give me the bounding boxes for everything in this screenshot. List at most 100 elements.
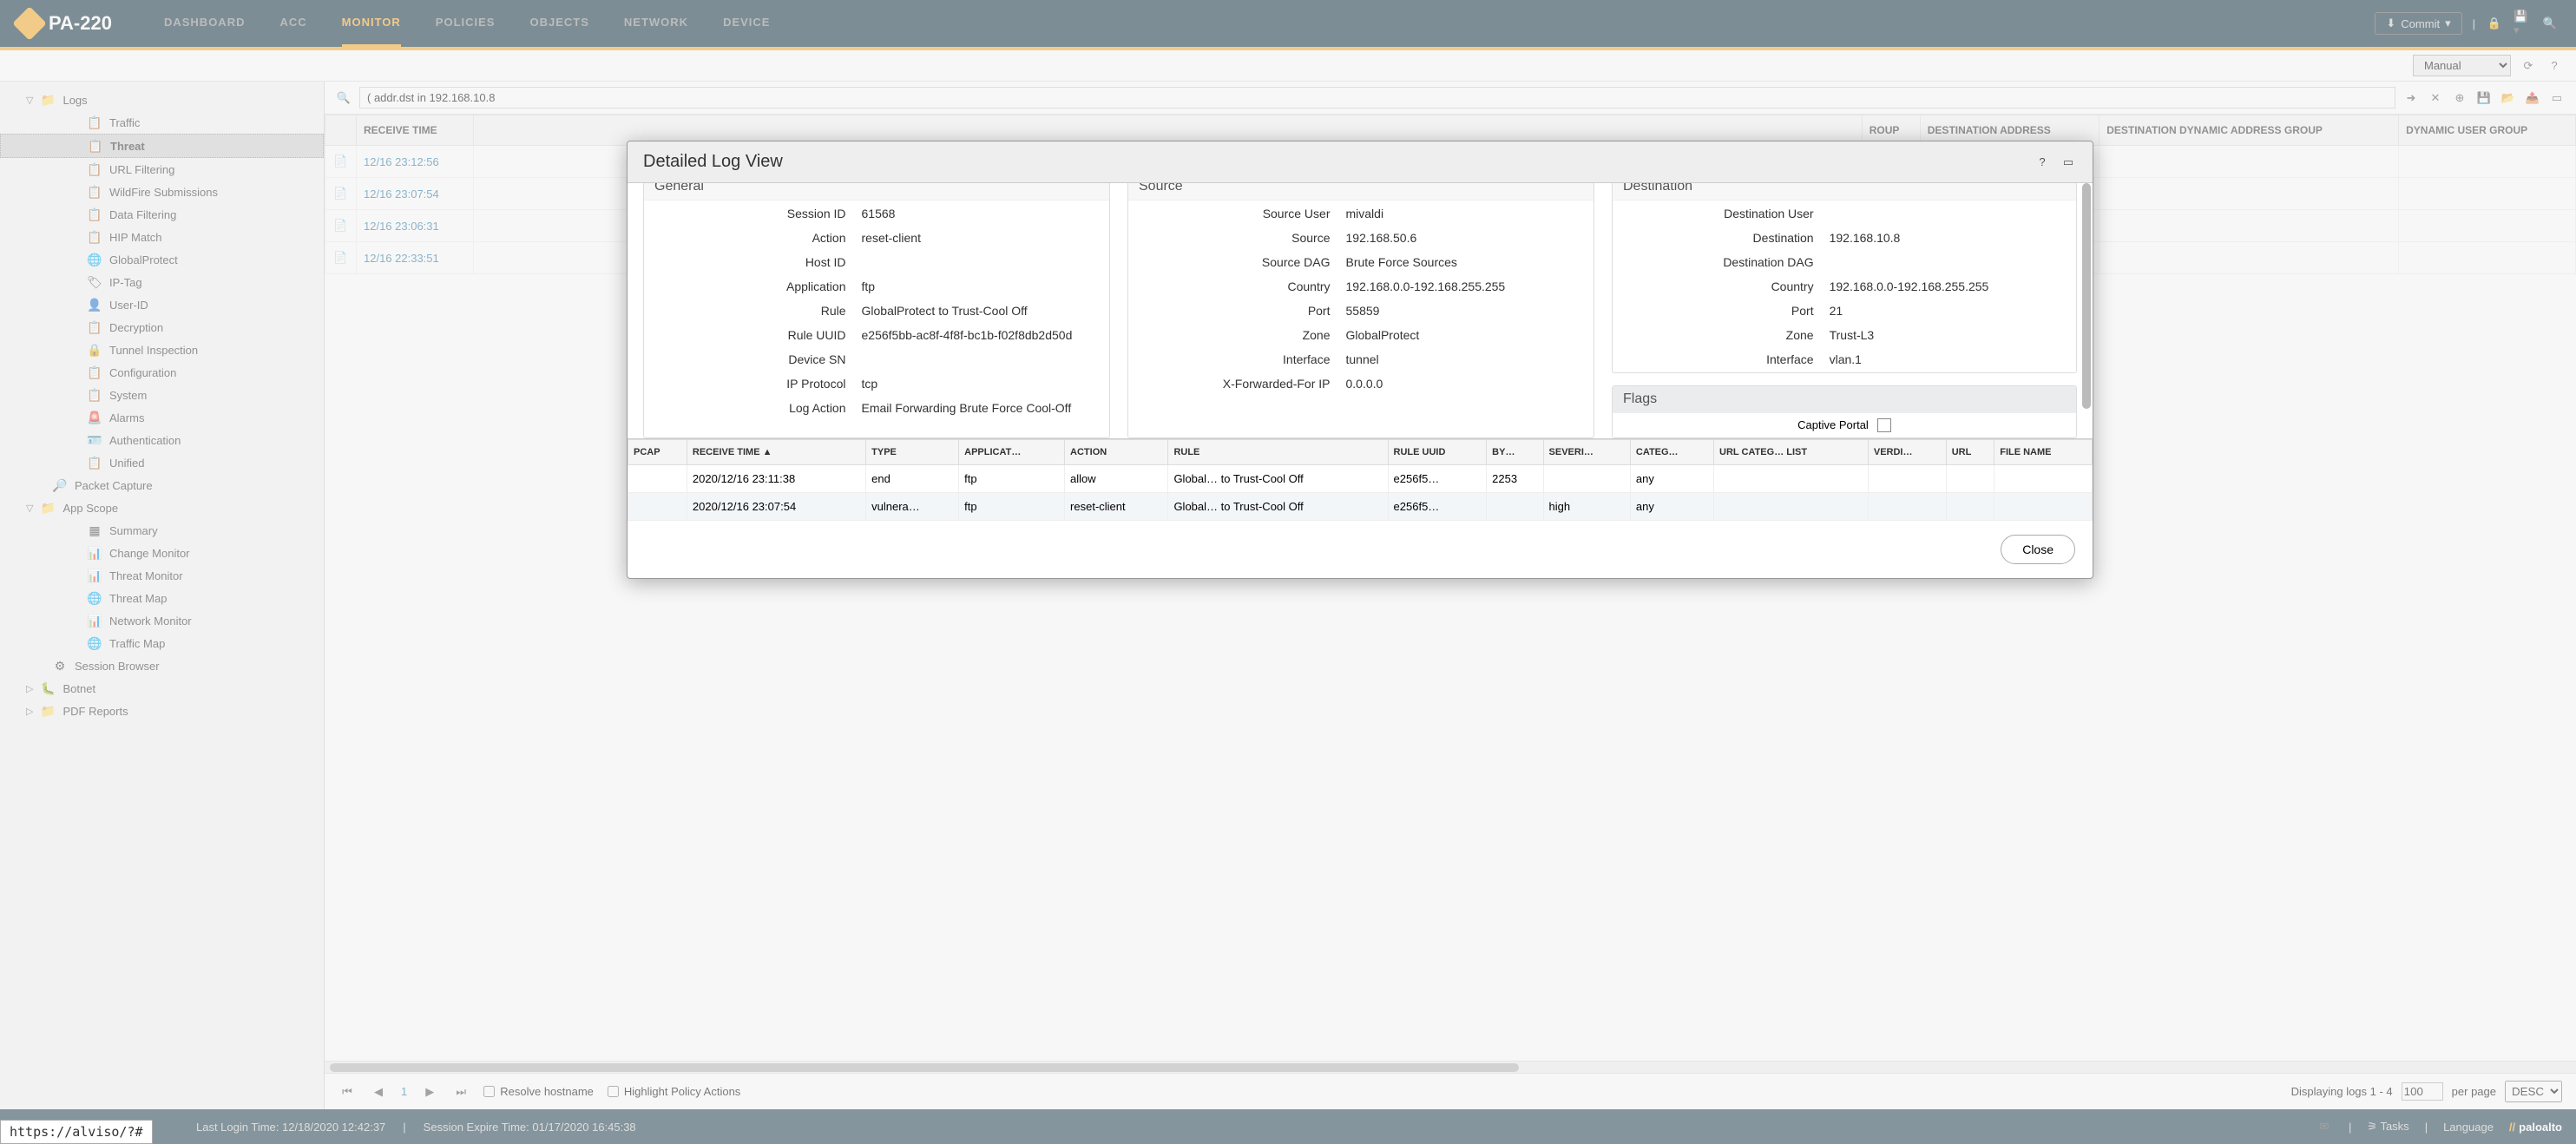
- kv-value: reset-client: [855, 227, 1108, 249]
- inner-col-header[interactable]: ACTION: [1065, 440, 1168, 465]
- source-panel: Source Source UsermivaldiSource192.168.5…: [1127, 183, 1594, 438]
- kv-label: Country: [1130, 275, 1337, 298]
- kv-label: Rule: [646, 299, 853, 322]
- inner-col-header[interactable]: BY…: [1487, 440, 1543, 465]
- cell: any: [1630, 465, 1713, 493]
- kv-value: tcp: [855, 372, 1108, 395]
- kv-value: [855, 251, 1108, 273]
- cell: [1487, 493, 1543, 521]
- kv-label: Source: [1130, 227, 1337, 249]
- cell: high: [1543, 493, 1630, 521]
- flags-panel: Flags Captive Portal: [1612, 385, 2077, 438]
- kv-value: 192.168.0.0-192.168.255.255: [1339, 275, 1593, 298]
- inner-col-header[interactable]: RULE: [1168, 440, 1388, 465]
- kv-value: 61568: [855, 202, 1108, 225]
- kv-label: Action: [646, 227, 853, 249]
- kv-label: Zone: [1130, 324, 1337, 346]
- kv-label: Destination DAG: [1614, 251, 1821, 273]
- flag-row: Captive Portal: [1613, 413, 2076, 437]
- cell: vulnera…: [866, 493, 959, 521]
- detailed-log-view-modal: Detailed Log View ? ▭ General Session ID…: [627, 141, 2093, 579]
- inner-col-header[interactable]: TYPE: [866, 440, 959, 465]
- captive-portal-checkbox: [1877, 418, 1891, 432]
- cell: Global… to Trust-Cool Off: [1168, 465, 1388, 493]
- kv-label: Source DAG: [1130, 251, 1337, 273]
- kv-value: 192.168.0.0-192.168.255.255: [1823, 275, 2074, 298]
- inner-col-header[interactable]: PCAP: [628, 440, 687, 465]
- destination-panel: Destination Destination UserDestination1…: [1612, 183, 2077, 373]
- kv-value: 192.168.50.6: [1339, 227, 1593, 249]
- kv-label: Log Action: [646, 397, 853, 419]
- cell: ftp: [959, 493, 1065, 521]
- inner-col-header[interactable]: RULE UUID: [1388, 440, 1487, 465]
- cell: 2020/12/16 23:11:38: [687, 465, 865, 493]
- browser-url-hint: https://alviso/?#: [0, 1120, 153, 1144]
- cell: e256f5…: [1388, 465, 1487, 493]
- kv-label: Interface: [1130, 348, 1337, 371]
- cell: 2253: [1487, 465, 1543, 493]
- close-button[interactable]: Close: [2001, 535, 2075, 564]
- kv-label: Host ID: [646, 251, 853, 273]
- help-icon[interactable]: ?: [2034, 154, 2051, 171]
- general-panel: General Session ID61568Actionreset-clien…: [643, 183, 1110, 438]
- kv-value: 192.168.10.8: [1823, 227, 2074, 249]
- kv-value: mivaldi: [1339, 202, 1593, 225]
- kv-value: [1823, 202, 2074, 225]
- kv-value: [855, 348, 1108, 371]
- window-icon[interactable]: ▭: [2060, 154, 2077, 171]
- kv-label: Source User: [1130, 202, 1337, 225]
- inner-col-header[interactable]: CATEG…: [1630, 440, 1713, 465]
- modal-title: Detailed Log View: [643, 152, 783, 172]
- kv-label: X-Forwarded-For IP: [1130, 372, 1337, 395]
- kv-value: GlobalProtect: [1339, 324, 1593, 346]
- panel-title: Destination: [1613, 183, 2076, 201]
- modal-footer: Close: [628, 521, 2093, 578]
- inner-col-header[interactable]: URL: [1946, 440, 1994, 465]
- modal-inner-log-table: PCAPRECEIVE TIME ▲TYPEAPPLICAT…ACTIONRUL…: [628, 438, 2093, 521]
- vertical-scrollbar[interactable]: [2082, 183, 2091, 409]
- inner-col-header[interactable]: URL CATEG… LIST: [1714, 440, 1869, 465]
- kv-value: ftp: [855, 275, 1108, 298]
- inner-col-header[interactable]: VERDI…: [1868, 440, 1946, 465]
- kv-label: Application: [646, 275, 853, 298]
- kv-value: Email Forwarding Brute Force Cool-Off: [855, 397, 1108, 419]
- cell: allow: [1065, 465, 1168, 493]
- modal-header: Detailed Log View ? ▭: [628, 141, 2093, 183]
- kv-value: GlobalProtect to Trust-Cool Off: [855, 299, 1108, 322]
- cell: reset-client: [1065, 493, 1168, 521]
- inner-col-header[interactable]: RECEIVE TIME ▲: [687, 440, 865, 465]
- panel-title: Flags: [1613, 386, 2076, 413]
- kv-value: e256f5bb-ac8f-4f8f-bc1b-f02f8db2d50d: [855, 324, 1108, 346]
- kv-value: Brute Force Sources: [1339, 251, 1593, 273]
- cell: ftp: [959, 465, 1065, 493]
- cell: end: [866, 465, 959, 493]
- cell: Global… to Trust-Cool Off: [1168, 493, 1388, 521]
- kv-label: Destination: [1614, 227, 1821, 249]
- cell: 2020/12/16 23:07:54: [687, 493, 865, 521]
- kv-value: 0.0.0.0: [1339, 372, 1593, 395]
- kv-value: [1823, 251, 2074, 273]
- cell: any: [1630, 493, 1713, 521]
- cell: [1543, 465, 1630, 493]
- kv-label: Port: [1130, 299, 1337, 322]
- kv-label: Country: [1614, 275, 1821, 298]
- kv-value: 21: [1823, 299, 2074, 322]
- inner-col-header[interactable]: APPLICAT…: [959, 440, 1065, 465]
- panel-title: General: [644, 183, 1109, 201]
- cell: e256f5…: [1388, 493, 1487, 521]
- inner-col-header[interactable]: FILE NAME: [1994, 440, 2093, 465]
- kv-label: Session ID: [646, 202, 853, 225]
- kv-label: Destination User: [1614, 202, 1821, 225]
- kv-label: Device SN: [646, 348, 853, 371]
- modal-body: General Session ID61568Actionreset-clien…: [628, 183, 2093, 438]
- kv-label: Port: [1614, 299, 1821, 322]
- kv-value: 55859: [1339, 299, 1593, 322]
- kv-label: Interface: [1614, 348, 1821, 371]
- kv-value: Trust-L3: [1823, 324, 2074, 346]
- inner-col-header[interactable]: SEVERI…: [1543, 440, 1630, 465]
- kv-label: IP Protocol: [646, 372, 853, 395]
- panel-title: Source: [1128, 183, 1594, 201]
- kv-label: Zone: [1614, 324, 1821, 346]
- kv-label: Rule UUID: [646, 324, 853, 346]
- flag-label: Captive Portal: [1797, 418, 1869, 432]
